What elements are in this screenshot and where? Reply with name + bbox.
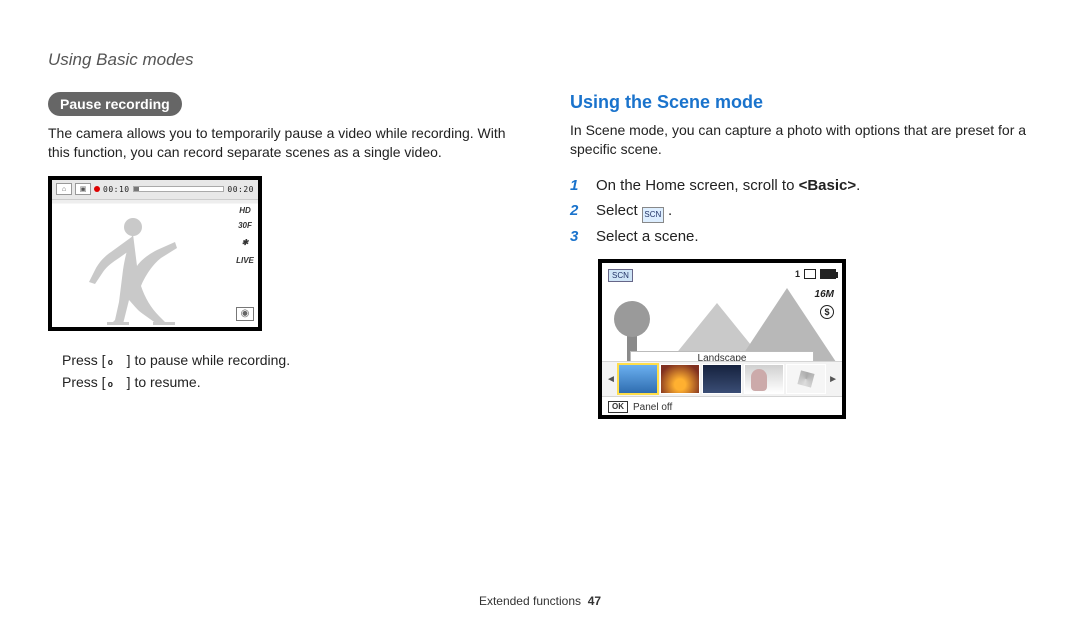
record-indicator-icon [94, 186, 100, 192]
ok-button-ref: o [106, 359, 115, 368]
scene-thumb-landscape[interactable] [618, 364, 658, 394]
step-1: 1 On the Home screen, scroll to <Basic>. [570, 173, 1032, 199]
step-text: Select a scene. [596, 228, 699, 245]
skater-silhouette-icon [79, 212, 189, 327]
pause-recording-description: The camera allows you to temporarily pau… [48, 124, 510, 162]
elapsed-time: 00:10 [103, 185, 130, 194]
scene-mode-heading: Using the Scene mode [570, 92, 1032, 113]
ok-button-ref: o [106, 381, 115, 390]
record-progress-bar [133, 186, 225, 192]
left-column: Pause recording The camera allows you to… [48, 92, 510, 419]
page-footer: Extended functions 47 [0, 594, 1080, 608]
step-number: 2 [570, 198, 584, 224]
camera-lcd-mock-scene: SCN 1 16M $ Landscape ◄ [598, 259, 846, 419]
scene-carousel[interactable]: ◄ ► [602, 362, 842, 396]
scene-mode-description: In Scene mode, you can capture a photo w… [570, 121, 1032, 159]
shots-remaining: 1 [795, 269, 836, 279]
panel-off-hint: OK Panel off [608, 401, 672, 413]
scene-thumb-text[interactable] [786, 364, 826, 394]
scene-thumb-night[interactable] [702, 364, 742, 394]
page-section-header: Using Basic modes [48, 50, 1032, 70]
carousel-prev-icon[interactable]: ◄ [606, 374, 616, 385]
snapshot-icon: ◉ [236, 307, 254, 321]
lcd-right-indicators: HD 30F ✱ LIVE [236, 206, 254, 265]
step-number: 3 [570, 224, 584, 250]
footer-section: Extended functions [479, 594, 581, 608]
step-text: On the Home screen, scroll to [596, 177, 799, 194]
step-number: 1 [570, 173, 584, 199]
step-2: 2 Select SCN . [570, 198, 1032, 224]
page-number: 47 [588, 594, 601, 608]
carousel-next-icon[interactable]: ► [828, 374, 838, 385]
stabilizer-icon: ✱ [236, 236, 254, 250]
resume-instruction: Press [o ] to resume. [62, 371, 510, 393]
step-text: Select [596, 202, 642, 219]
battery-icon [820, 269, 836, 279]
total-time: 00:20 [227, 185, 254, 194]
home-icon: ⌂ [56, 183, 72, 195]
step-bold: <Basic> [799, 177, 857, 194]
right-column: Using the Scene mode In Scene mode, you … [570, 92, 1032, 419]
live-indicator: LIVE [236, 256, 254, 265]
resolution-indicator: 16M [815, 289, 834, 300]
step-3: 3 Select a scene. [570, 224, 1032, 250]
scn-mode-chip: SCN [608, 269, 633, 282]
scene-thumb-sunset[interactable] [660, 364, 700, 394]
fps-indicator: 30F [236, 221, 254, 230]
camera-lcd-mock-recording: ⌂ ▣ 00:10 00:20 HD 30F ✱ LIVE ◉ [48, 176, 262, 331]
lcd-topbar: ⌂ ▣ 00:10 00:20 [52, 180, 258, 200]
ok-chip-icon: OK [608, 401, 628, 413]
photo-icon: ▣ [75, 183, 91, 195]
sd-card-icon [804, 269, 816, 279]
pause-instruction: Press [o ] to pause while recording. [62, 349, 510, 371]
pause-recording-heading: Pause recording [48, 92, 182, 116]
scene-thumb-portrait[interactable] [744, 364, 784, 394]
scene-mode-icon: SCN [642, 207, 664, 223]
hd-indicator: HD [236, 206, 254, 215]
steps-list: 1 On the Home screen, scroll to <Basic>.… [570, 173, 1032, 250]
